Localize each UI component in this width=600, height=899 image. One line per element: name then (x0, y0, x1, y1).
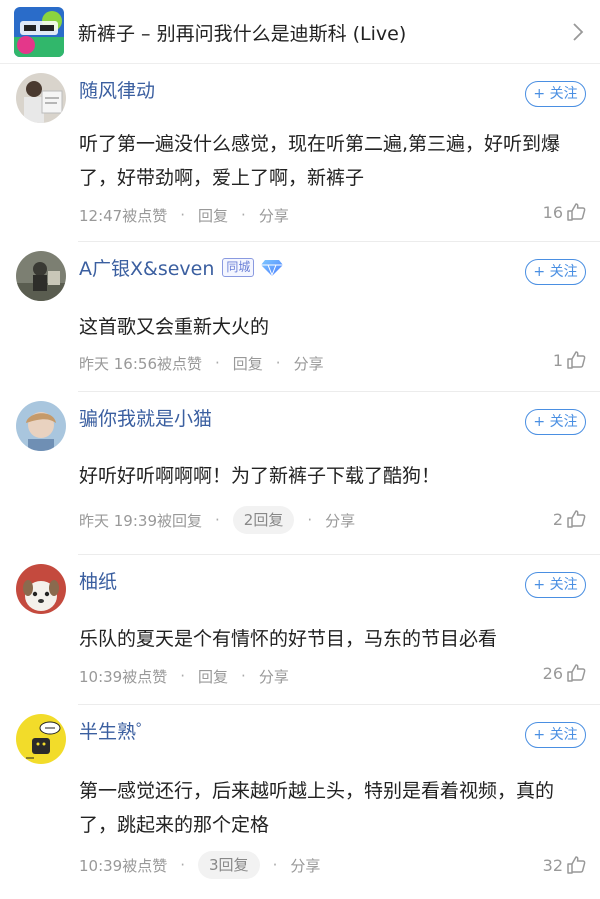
follow-button[interactable]: + 关注 (525, 572, 586, 598)
separator-dot: · (241, 667, 246, 685)
comment-meta: 10:39被点赞 · 回复 · 分享 (79, 665, 289, 687)
like-button[interactable]: 2 (553, 509, 586, 529)
comment-item: 骗你我就是小猫 + 关注 好听好听啊啊啊！为了新裤子下载了酷狗！ 昨天 19:3… (0, 392, 600, 555)
follow-button[interactable]: + 关注 (525, 81, 586, 107)
share-button[interactable]: 分享 (259, 205, 289, 226)
follow-button[interactable]: + 关注 (525, 259, 586, 285)
username[interactable]: A广银X&seven 同城 (79, 254, 284, 281)
thumbs-up-icon (567, 510, 586, 528)
reply-button[interactable]: 回复 (233, 353, 263, 374)
thumbs-up-icon (567, 856, 586, 874)
thumbs-up-icon (567, 664, 586, 682)
comment-item: 柚纸 + 关注 乐队的夏天是个有情怀的好节目，马东的节目必看 10:39被点赞 … (0, 555, 600, 705)
comment-meta: 12:47被点赞 · 回复 · 分享 (79, 204, 289, 226)
song-header[interactable]: 新裤子 – 别再问我什么是迪斯科 (Live) (0, 0, 600, 64)
comment-item: 随风律动 + 关注 听了第一遍没什么感觉，现在听第二遍,第三遍，好听到爆了，好带… (0, 64, 600, 242)
separator-dot: · (180, 667, 186, 685)
comment-item: A广银X&seven 同城 + 关注 这首歌又会重新大火的 昨天 16:56被点… (0, 242, 600, 392)
avatar[interactable] (16, 73, 66, 123)
song-title: 新裤子 – 别再问我什么是迪斯科 (Live) (78, 23, 407, 45)
like-count: 32 (542, 856, 563, 875)
reply-count-button[interactable]: 2回复 (232, 506, 295, 534)
separator-dot: · (241, 206, 246, 224)
comment-item: 半生熟゜ + 关注 第一感觉还行，后来越听越上头，特别是看着视频，真的了，跳起来… (0, 705, 600, 899)
share-button[interactable]: 分享 (259, 666, 289, 687)
username[interactable]: 半生熟゜ (79, 717, 155, 744)
album-cover (14, 7, 64, 57)
thumbs-up-icon (567, 351, 586, 369)
share-button[interactable]: 分享 (325, 510, 355, 531)
avatar[interactable] (16, 564, 66, 614)
share-button[interactable]: 分享 (294, 353, 324, 374)
separator-dot: · (272, 856, 278, 874)
chevron-right-icon[interactable] (572, 22, 584, 42)
follow-button[interactable]: + 关注 (525, 409, 586, 435)
thumbs-up-icon (567, 203, 586, 221)
comment-text: 听了第一遍没什么感觉，现在听第二遍,第三遍，好听到爆了，好带劲啊，爱上了啊，新裤… (79, 133, 561, 189)
avatar[interactable] (16, 401, 66, 451)
username[interactable]: 随风律动 (79, 76, 155, 103)
comment-text: 乐队的夏天是个有情怀的好节目，马东的节目必看 (79, 628, 498, 650)
comment-meta: 昨天 16:56被点赞 · 回复 · 分享 (79, 352, 324, 374)
avatar[interactable] (16, 251, 66, 301)
comment-time: 10:39被点赞 (79, 856, 168, 875)
separator-dot: · (307, 511, 313, 529)
comment-time: 昨天 16:56被点赞 (79, 354, 202, 373)
like-count: 16 (542, 203, 563, 222)
like-button[interactable]: 16 (543, 202, 586, 222)
like-count: 1 (552, 351, 563, 370)
share-button[interactable]: 分享 (290, 855, 320, 876)
reply-button[interactable]: 回复 (198, 666, 228, 687)
comment-meta: 昨天 19:39被回复 · 2回复 · 分享 (79, 506, 355, 534)
comment-text: 这首歌又会重新大火的 (79, 316, 270, 338)
username[interactable]: 柚纸 (79, 567, 117, 594)
avatar[interactable] (16, 714, 66, 764)
diamond-vip-icon (261, 259, 284, 276)
like-count: 26 (542, 664, 563, 683)
reply-count-button[interactable]: 3回复 (198, 851, 260, 879)
like-button[interactable]: 1 (553, 350, 586, 370)
separator-dot: · (215, 511, 220, 529)
like-button[interactable]: 32 (543, 855, 586, 875)
separator-dot: · (180, 856, 186, 874)
separator-dot: · (275, 354, 281, 372)
comment-time: 12:47被点赞 (79, 206, 168, 225)
comment-text: 好听好听啊啊啊！为了新裤子下载了酷狗！ (79, 465, 441, 487)
separator-dot: · (215, 354, 220, 372)
follow-button[interactable]: + 关注 (525, 722, 586, 748)
username[interactable]: 骗你我就是小猫 (79, 404, 212, 431)
like-button[interactable]: 26 (543, 663, 586, 683)
comment-text: 第一感觉还行，后来越听越上头，特别是看着视频，真的了，跳起来的那个定格 (79, 780, 555, 836)
reply-button[interactable]: 回复 (198, 205, 228, 226)
local-tag: 同城 (222, 258, 255, 277)
comment-meta: 10:39被点赞 · 3回复 · 分享 (79, 851, 320, 879)
comment-time: 昨天 19:39被回复 (79, 511, 202, 530)
comment-time: 10:39被点赞 (79, 667, 168, 686)
like-count: 2 (552, 510, 563, 529)
separator-dot: · (180, 206, 186, 224)
